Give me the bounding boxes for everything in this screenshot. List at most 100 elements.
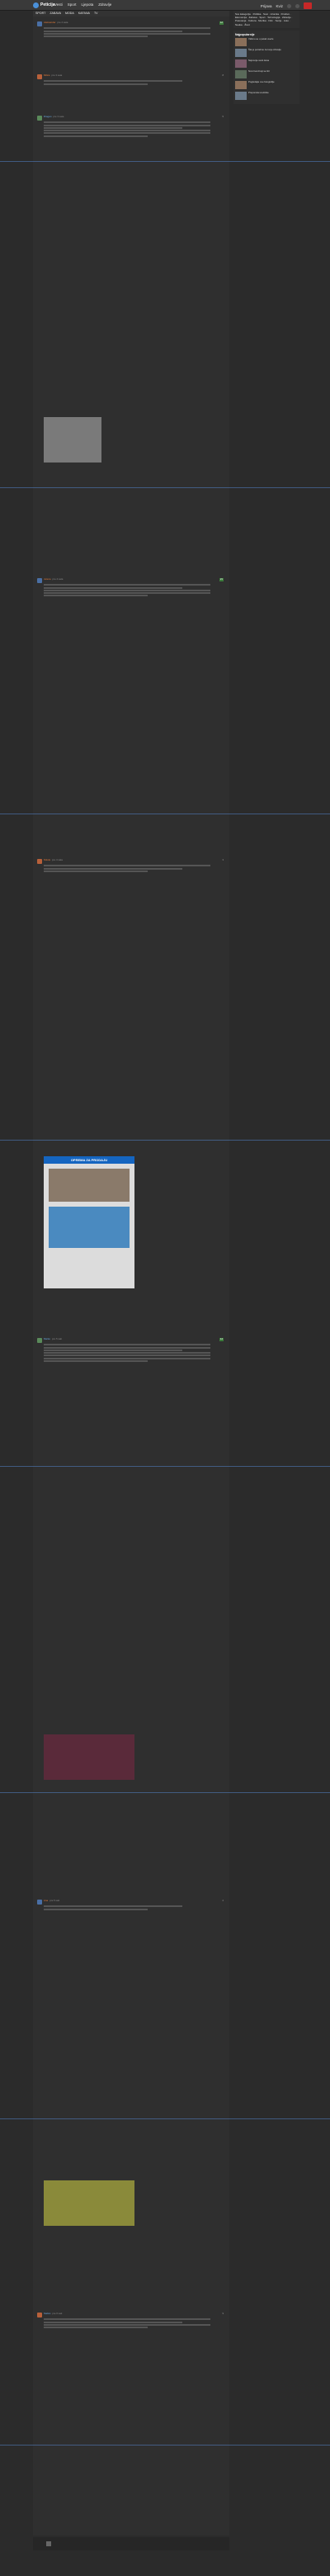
menu-button[interactable] [304,2,312,9]
avatar[interactable] [37,1900,42,1905]
nav-item[interactable]: Vesti [54,2,63,7]
comment-author[interactable]: Jelena [44,577,51,581]
ad-image [49,1169,130,1202]
popular-item-title[interactable]: Šta je potrebno za tvoje zdravlje [248,48,281,57]
avatar[interactable] [37,74,42,79]
comment-text [44,2317,217,2329]
footer-icon[interactable] [46,2541,51,2546]
article-thumbnail[interactable] [235,69,247,78]
comment-text [44,79,217,86]
embedded-image[interactable] [44,2180,134,2226]
popular-item-title[interactable]: Preporuka urednika [248,91,268,100]
divider [0,2445,330,2446]
avatar[interactable] [37,116,42,121]
popular-item-title[interactable]: Pogledajte ove fotografije [248,80,275,89]
divider [0,1140,330,1141]
logo-icon [33,2,39,8]
embedded-image[interactable] [44,1734,134,1780]
comment-author[interactable]: Aleksandar [44,21,55,25]
comment-author[interactable]: Marko [44,1337,50,1341]
comment: Marko pre 5 sati 14 [37,1337,224,1343]
vote-count[interactable]: 9 [222,2312,224,2316]
comment-author[interactable]: Nikola [44,858,50,862]
vote-count[interactable]: 14 [219,1337,224,1341]
popular-item[interactable]: Pogledajte ove fotografije [235,80,298,89]
logo-text: Peticija [40,2,55,7]
subnav-item[interactable]: ZABAVA [50,12,61,16]
article-thumbnail[interactable] [235,37,247,46]
embedded-image[interactable] [44,417,101,463]
subnav-item[interactable]: MODA [65,12,74,16]
subnav-item[interactable]: SPORT [35,12,45,16]
comment: Dragan pre 3 sata 5 [37,115,224,121]
embedded-ad[interactable]: OPREMA ZA PRODAJU [44,1156,134,1288]
article-thumbnail[interactable] [235,91,247,100]
divider [0,161,330,162]
nav-item[interactable]: Sport [68,2,77,7]
vote-count[interactable]: 5 [222,115,224,119]
comment-text [44,26,217,38]
site-logo[interactable]: Peticija [33,2,55,8]
comment: Aleksandar pre 2 sata 12 [37,21,224,26]
comment-author[interactable]: Ana [44,1899,48,1903]
vote-count[interactable]: 12 [219,21,224,25]
comment-text [44,121,217,138]
comment-text [44,864,217,873]
comment-author[interactable]: Dragan [44,115,51,119]
subnav-item[interactable]: KAFANA [78,12,90,16]
tag-list[interactable]: Sve kategorije · Politika · Svet · Hroni… [235,12,298,26]
comment-date: pre 5 sati [50,1899,60,1902]
popular-box: Najpopularnije Vidimo se u petak uveče Š… [233,30,299,104]
login-link[interactable]: Prijava [261,4,272,8]
comment-author[interactable]: Milica [44,74,50,78]
quiz-link[interactable]: Kviz [276,4,283,8]
page-footer [33,2537,229,2550]
popular-item[interactable]: Šta je potrebno za tvoje zdravlje [235,48,298,57]
comment-text [44,1905,217,1911]
sub-nav: SPORT ZABAVA MODA KAFANA TV [33,11,229,17]
comment: Stefan pre 6 sati 9 [37,2312,224,2317]
comment-date: pre 6 sati [52,2312,63,2315]
comment: Nikola pre 4 sata 3 [37,858,224,864]
main-nav: Vesti Sport Ljepota Zdravlje [54,2,111,7]
ad-caption: OPREMA ZA PRODAJU [44,1156,134,1164]
sidebar: Sve kategorije · Politika · Svet · Hroni… [233,11,299,107]
vote-count[interactable]: 21 [219,577,224,581]
avatar[interactable] [37,2313,42,2317]
tag-cloud: Sve kategorije · Politika · Svet · Hroni… [233,11,299,28]
avatar[interactable] [37,1338,42,1343]
comment: Jelena pre 4 sata 21 [37,577,224,583]
vote-count[interactable]: 8 [222,74,224,78]
nav-item[interactable]: Zdravlje [98,2,111,7]
comment-author[interactable]: Stefan [44,2312,50,2316]
user-icon[interactable] [287,3,291,8]
popular-item[interactable]: Vidimo se u petak uveče [235,37,298,46]
ad-image [49,1207,130,1248]
comment-text [44,583,217,598]
comment-date: pre 3 sata [51,74,63,77]
avatar[interactable] [37,578,42,583]
avatar[interactable] [37,21,42,26]
popular-item-title[interactable]: Najnovije vesti dana [248,59,269,68]
divider [0,2118,330,2119]
article-thumbnail[interactable] [235,59,247,68]
popular-item-title[interactable]: Vidimo se u petak uveče [248,37,273,46]
divider [0,1792,330,1793]
comment: Ana pre 5 sati 2 [37,1899,224,1905]
popular-item[interactable]: Novi trend koji se širi [235,69,298,78]
comment-date: pre 5 sati [52,1337,62,1340]
vote-count[interactable]: 3 [222,858,224,862]
comment-text [44,1343,217,1363]
nav-item[interactable]: Ljepota [82,2,94,7]
popular-item[interactable]: Preporuka urednika [235,91,298,100]
vote-count[interactable]: 2 [222,1899,224,1903]
popular-item[interactable]: Najnovije vesti dana [235,59,298,68]
popular-item-title[interactable]: Novi trend koji se širi [248,69,270,78]
avatar[interactable] [37,859,42,864]
popular-title: Najpopularnije [235,32,255,36]
subnav-item[interactable]: TV [94,12,98,16]
comment-date: pre 4 sata [52,577,64,581]
article-thumbnail[interactable] [235,48,247,57]
article-thumbnail[interactable] [235,80,247,89]
notification-icon[interactable] [295,3,299,8]
